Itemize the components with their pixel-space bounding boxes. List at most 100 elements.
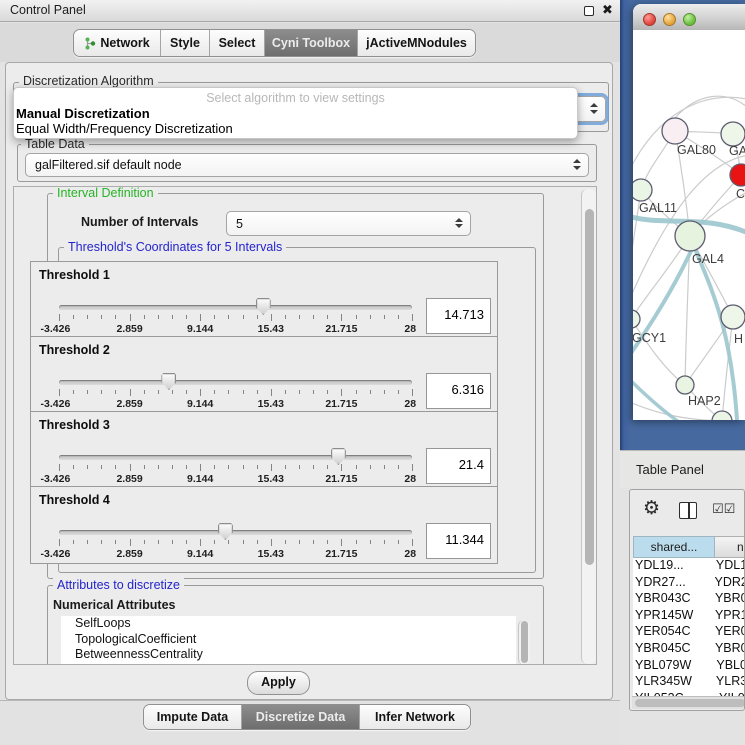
network-node[interactable]	[675, 221, 705, 251]
threshold-panel: Threshold 3-3.4262.8599.14415.4321.71528…	[30, 411, 498, 489]
attributes-list-scrollbar[interactable]	[518, 620, 530, 665]
select-columns-icons[interactable]: ☑☑	[712, 501, 735, 517]
slider-track[interactable]	[59, 305, 412, 310]
tick-mark	[87, 315, 88, 319]
settings-scrollbar[interactable]	[581, 189, 596, 664]
tick-mark	[243, 390, 244, 394]
slider-ticks	[59, 314, 412, 322]
table-row[interactable]: YDR27...YDR2	[633, 575, 745, 592]
table-cell: YER054C	[633, 624, 713, 641]
table-row[interactable]: YDL19...YDL1	[633, 558, 745, 575]
table-row[interactable]: YBL079WYBL0	[633, 658, 745, 675]
slider-track[interactable]	[59, 530, 412, 535]
float-window-icon[interactable]	[584, 6, 594, 16]
attribute-list-item[interactable]: BetweennessCentrality	[61, 647, 516, 663]
tick-mark	[158, 315, 159, 319]
minimize-traffic-light-icon[interactable]	[663, 13, 676, 26]
algorithm-placeholder: Select algorithm to view settings	[14, 91, 577, 105]
threshold-value-field[interactable]: 11.344	[426, 523, 491, 559]
tab-cyni-toolbox[interactable]: Cyni Toolbox	[265, 30, 358, 56]
network-node[interactable]	[721, 122, 745, 146]
threshold-value-field[interactable]: 14.713	[426, 298, 491, 334]
tick-mark	[313, 540, 314, 544]
network-node[interactable]	[730, 164, 745, 186]
slider-thumb[interactable]	[331, 448, 346, 465]
tab-label: Impute Data	[157, 710, 229, 724]
network-node[interactable]	[712, 411, 732, 420]
algorithm-option[interactable]: Manual Discretization	[16, 106, 150, 121]
tick-mark	[257, 390, 258, 394]
tab-infer-network[interactable]: Infer Network	[360, 705, 470, 729]
tick-mark	[313, 465, 314, 469]
tick-mark	[130, 314, 131, 321]
table-row[interactable]: YBR045CYBR0	[633, 641, 745, 658]
table-row[interactable]: YER054CYER0	[633, 624, 745, 641]
gear-icon[interactable]: ⚙	[643, 499, 660, 518]
threshold-panel: Threshold 4-3.4262.8599.14415.4321.71528…	[30, 486, 498, 564]
tick-mark	[214, 315, 215, 319]
tick-mark	[200, 464, 201, 471]
tick-mark	[370, 540, 371, 544]
network-node[interactable]	[633, 310, 640, 328]
slider-track[interactable]	[59, 455, 412, 460]
tab-impute-data[interactable]: Impute Data	[144, 705, 242, 729]
combo-arrows-icon	[573, 159, 581, 171]
table-horizontal-scrollbar[interactable]	[632, 696, 745, 709]
tick-mark	[398, 540, 399, 544]
algorithm-option[interactable]: Equal Width/Frequency Discretization	[16, 121, 233, 136]
tick-label: 15.43	[258, 323, 284, 335]
network-node-label: GAL4	[692, 252, 724, 266]
tick-mark	[313, 390, 314, 394]
tab-style[interactable]: Style	[161, 30, 210, 56]
tick-mark	[59, 464, 60, 471]
network-node[interactable]	[721, 305, 745, 329]
tick-label: 21.715	[325, 548, 357, 560]
network-node[interactable]	[662, 118, 688, 144]
table-row[interactable]: YPR145WYPR1	[633, 608, 745, 625]
network-canvas[interactable]: GAL80GACGAL11GAL4GCY1HHAP2	[633, 30, 745, 420]
threshold-value-field[interactable]: 6.316	[426, 373, 491, 409]
table-cell: YBR0	[713, 591, 745, 608]
num-intervals-combobox[interactable]: 5	[226, 211, 471, 236]
tick-mark	[101, 315, 102, 319]
split-columns-icon[interactable]	[679, 502, 697, 519]
table-row[interactable]: YBR043CYBR0	[633, 591, 745, 608]
threshold-value-field[interactable]: 21.4	[426, 448, 491, 484]
tab-select[interactable]: Select	[210, 30, 265, 56]
close-icon[interactable]: ✖	[602, 2, 613, 18]
tab-label: jActiveMNodules	[366, 36, 467, 50]
slider-track[interactable]	[59, 380, 412, 385]
network-node[interactable]	[676, 376, 694, 394]
tick-mark	[172, 465, 173, 469]
slider-thumb[interactable]	[256, 298, 271, 315]
network-node[interactable]	[633, 179, 652, 201]
tick-label: 28	[404, 398, 416, 410]
tick-mark	[285, 540, 286, 544]
tab-jactivemnodules[interactable]: jActiveMNodules	[358, 30, 475, 56]
table-column-header[interactable]: na	[715, 536, 745, 558]
tick-label: 15.43	[258, 473, 284, 485]
attribute-list-item[interactable]: SelfLoops	[61, 616, 516, 632]
numerical-attributes-list[interactable]: SelfLoopsTopologicalCoefficientBetweenne…	[61, 616, 516, 665]
zoom-traffic-light-icon[interactable]	[683, 13, 696, 26]
tab-discretize-data[interactable]: Discretize Data	[242, 705, 360, 729]
tab-label: Discretize Data	[256, 710, 346, 724]
tick-mark	[313, 315, 314, 319]
network-window-titlebar[interactable]	[633, 4, 745, 31]
slider-thumb[interactable]	[218, 523, 233, 540]
tick-mark	[384, 540, 385, 544]
bottom-tab-bar: Impute Data Discretize Data Infer Network	[143, 704, 471, 730]
threshold-label: Threshold 4	[39, 493, 110, 507]
tab-network[interactable]: Network	[74, 30, 161, 56]
table-data-combobox[interactable]: galFiltered.sif default node	[25, 153, 589, 177]
tick-mark	[73, 390, 74, 394]
apply-button[interactable]: Apply	[247, 671, 310, 695]
attribute-list-item[interactable]: TopologicalCoefficient	[61, 632, 516, 648]
table-row[interactable]: YLR345WYLR3	[633, 674, 745, 691]
close-traffic-light-icon[interactable]	[643, 13, 656, 26]
tick-mark	[243, 540, 244, 544]
tick-mark	[257, 540, 258, 544]
tick-mark	[130, 539, 131, 546]
slider-thumb[interactable]	[161, 373, 176, 390]
table-column-header[interactable]: shared...	[633, 536, 715, 558]
